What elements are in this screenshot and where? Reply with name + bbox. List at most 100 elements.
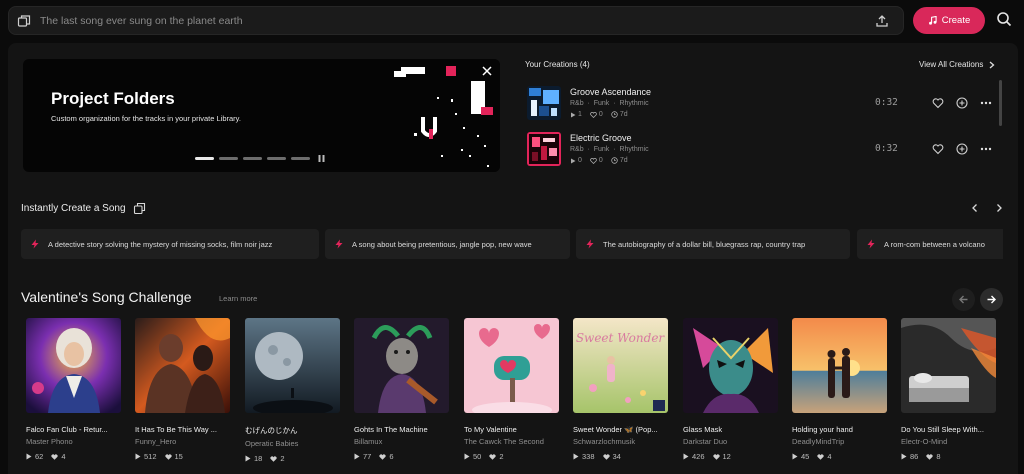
- song-card[interactable]: むげんのじかん Operatic Babies 18 2: [245, 318, 340, 463]
- clock-icon: [611, 111, 618, 118]
- track-stats: 1 0 7d: [570, 111, 628, 118]
- learn-more-link[interactable]: Learn more: [219, 294, 257, 303]
- chevron-right-icon: [989, 61, 995, 68]
- song-title[interactable]: むげんのじかん: [245, 425, 340, 436]
- tag[interactable]: Rhythmic: [619, 100, 648, 107]
- song-title[interactable]: Do You Still Sleep With...: [901, 425, 996, 434]
- creations-scrollbar[interactable]: [999, 80, 1002, 126]
- heart-icon[interactable]: [932, 97, 944, 109]
- song-cover[interactable]: [354, 318, 449, 413]
- song-artist[interactable]: Electr-O-Mind: [901, 437, 996, 446]
- song-cover[interactable]: [792, 318, 887, 413]
- close-icon[interactable]: [481, 65, 493, 77]
- play-icon: [571, 112, 576, 117]
- song-card[interactable]: To My Valentine The Cawck The Second 50 …: [464, 318, 559, 461]
- like-count: 12: [722, 452, 731, 461]
- song-stats: 62 4: [26, 452, 121, 461]
- song-card[interactable]: It Has To Be This Way ... Funny_Hero 512…: [135, 318, 230, 461]
- song-artist[interactable]: Billamux: [354, 437, 449, 446]
- song-cover[interactable]: [464, 318, 559, 413]
- track-title[interactable]: Electric Groove: [570, 133, 632, 143]
- song-artist[interactable]: Darkstar Duo: [683, 437, 778, 446]
- song-cover[interactable]: [245, 318, 340, 413]
- carousel-dot[interactable]: [195, 157, 214, 160]
- track-cover[interactable]: [527, 86, 561, 120]
- song-cover[interactable]: Sweet Wonder: [573, 318, 668, 413]
- upload-icon[interactable]: [875, 14, 889, 28]
- prompt-chip[interactable]: A detective story solving the mystery of…: [21, 229, 319, 259]
- song-title[interactable]: Glass Mask: [683, 425, 778, 434]
- song-cover[interactable]: [26, 318, 121, 413]
- creation-row[interactable]: Groove Ascendance R&b · Funk · Rhythmic …: [527, 86, 1002, 126]
- heart-icon: [489, 453, 496, 460]
- search-bar[interactable]: The last song ever sung on the planet ea…: [8, 6, 904, 35]
- song-title[interactable]: It Has To Be This Way ...: [135, 425, 230, 434]
- tag[interactable]: Rhythmic: [619, 146, 648, 153]
- view-all-creations-link[interactable]: View All Creations: [919, 60, 995, 69]
- like-count: 6: [389, 452, 394, 461]
- create-button[interactable]: Create: [913, 7, 985, 34]
- song-card[interactable]: Glass Mask Darkstar Duo 426 12: [683, 318, 778, 461]
- prompt-chip[interactable]: A song about being pretentious, jangle p…: [325, 229, 570, 259]
- like-count: 0: [598, 157, 603, 164]
- song-artist[interactable]: DeadlyMindTrip: [792, 437, 887, 446]
- song-cover[interactable]: [135, 318, 230, 413]
- carousel-dot[interactable]: [219, 157, 238, 160]
- song-artist[interactable]: Operatic Babies: [245, 439, 340, 448]
- create-label: Create: [941, 15, 971, 26]
- heart-icon: [712, 453, 720, 460]
- song-artist[interactable]: Schwarzlochmusik: [573, 437, 668, 446]
- carousel-dot[interactable]: [267, 157, 286, 160]
- track-cover[interactable]: [527, 132, 561, 166]
- carousel-dot[interactable]: [291, 157, 310, 160]
- tag[interactable]: R&b: [570, 146, 584, 153]
- song-title[interactable]: Sweet Wonder 🦋 (Pop...: [573, 425, 668, 434]
- more-options-icon[interactable]: [980, 143, 992, 155]
- song-artist[interactable]: Funny_Hero: [135, 437, 230, 446]
- search-input[interactable]: The last song ever sung on the planet ea…: [40, 15, 243, 27]
- song-cover[interactable]: [683, 318, 778, 413]
- play-count: 426: [692, 452, 705, 461]
- heart-icon[interactable]: [932, 143, 944, 155]
- lightning-icon: [867, 239, 875, 249]
- more-options-icon[interactable]: [980, 97, 992, 109]
- song-card[interactable]: Gohts In The Machine Billamux 77 6: [354, 318, 449, 461]
- play-count: 0: [578, 157, 582, 164]
- song-artist[interactable]: The Cawck The Second: [464, 437, 559, 446]
- song-card[interactable]: Falco Fan Club - Retur... Master Phono 6…: [26, 318, 121, 461]
- pause-icon[interactable]: [318, 155, 325, 162]
- like-count: 4: [827, 452, 832, 461]
- carousel-next-button[interactable]: [980, 288, 1003, 311]
- tag[interactable]: Funk: [594, 146, 610, 153]
- prompt-chip[interactable]: The autobiography of a dollar bill, blue…: [576, 229, 850, 259]
- track-title[interactable]: Groove Ascendance: [570, 87, 651, 97]
- song-card[interactable]: Sweet Wonder Sweet Wonder 🦋 (Pop... Schw…: [573, 318, 668, 461]
- song-card[interactable]: Do You Still Sleep With... Electr-O-Mind…: [901, 318, 996, 461]
- search-icon[interactable]: [996, 11, 1012, 27]
- add-circle-icon[interactable]: [956, 97, 968, 109]
- tag[interactable]: Funk: [594, 100, 610, 107]
- track-duration: 0:32: [875, 97, 898, 108]
- promo-banner[interactable]: Project Folders Custom organization for …: [23, 59, 500, 172]
- carousel-dot[interactable]: [243, 157, 262, 160]
- song-card[interactable]: Holding your hand DeadlyMindTrip 45 4: [792, 318, 887, 461]
- prompt-chip[interactable]: A rom-com between a volcano: [857, 229, 1003, 259]
- arrow-right-icon: [987, 295, 996, 304]
- song-stats: 512 15: [135, 452, 230, 461]
- track-age: 7d: [619, 111, 628, 118]
- song-cover[interactable]: [901, 318, 996, 413]
- song-title[interactable]: To My Valentine: [464, 425, 559, 434]
- chevron-right-icon[interactable]: [994, 203, 1004, 213]
- heart-icon: [270, 455, 277, 462]
- song-title[interactable]: Holding your hand: [792, 425, 887, 434]
- song-title[interactable]: Falco Fan Club - Retur...: [26, 425, 121, 434]
- song-title[interactable]: Gohts In The Machine: [354, 425, 449, 434]
- song-artist[interactable]: Master Phono: [26, 437, 121, 446]
- creation-row[interactable]: Electric Groove R&b · Funk · Rhythmic 0 …: [527, 132, 1002, 172]
- chevron-left-icon[interactable]: [970, 203, 980, 213]
- library-icon[interactable]: [17, 14, 31, 28]
- carousel-prev-button[interactable]: [952, 288, 975, 311]
- copy-icon[interactable]: [133, 202, 146, 215]
- tag[interactable]: R&b: [570, 100, 584, 107]
- add-circle-icon[interactable]: [956, 143, 968, 155]
